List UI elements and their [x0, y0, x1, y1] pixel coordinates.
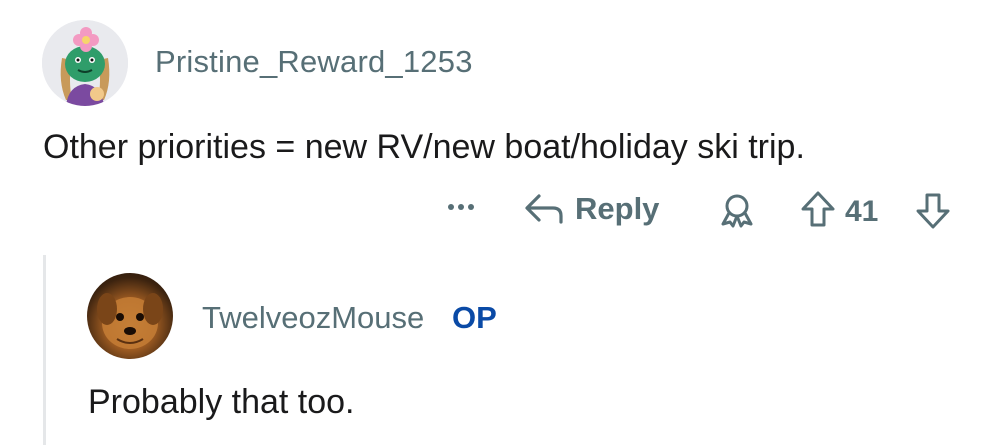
ellipsis-icon	[448, 204, 454, 210]
dog-photo-icon	[97, 293, 163, 349]
comment-body: Other priorities = new RV/new boat/holid…	[43, 128, 805, 166]
comment-thread: Pristine_Reward_1253 Other priorities = …	[0, 0, 1000, 445]
op-badge: OP	[452, 300, 497, 335]
upvote-arrow-icon	[801, 191, 835, 227]
vote-score: 41	[845, 195, 879, 228]
user-avatar[interactable]	[87, 273, 173, 359]
reply-icon	[525, 194, 563, 224]
downvote-button[interactable]	[915, 192, 951, 230]
thread-line[interactable]	[43, 255, 46, 445]
downvote-arrow-icon	[916, 193, 950, 229]
comment-body: Probably that too.	[88, 383, 355, 421]
snoo-avatar-icon	[42, 20, 128, 106]
award-icon	[721, 194, 753, 228]
comment-username[interactable]: TwelveozMouse	[202, 300, 424, 336]
reply-button[interactable]: Reply	[523, 189, 659, 229]
upvote-button[interactable]	[800, 190, 836, 228]
more-options-button[interactable]	[442, 192, 480, 222]
reply-label: Reply	[575, 191, 660, 226]
award-button[interactable]	[718, 192, 756, 228]
user-avatar[interactable]	[42, 20, 128, 106]
comment-username[interactable]: Pristine_Reward_1253	[155, 44, 473, 80]
